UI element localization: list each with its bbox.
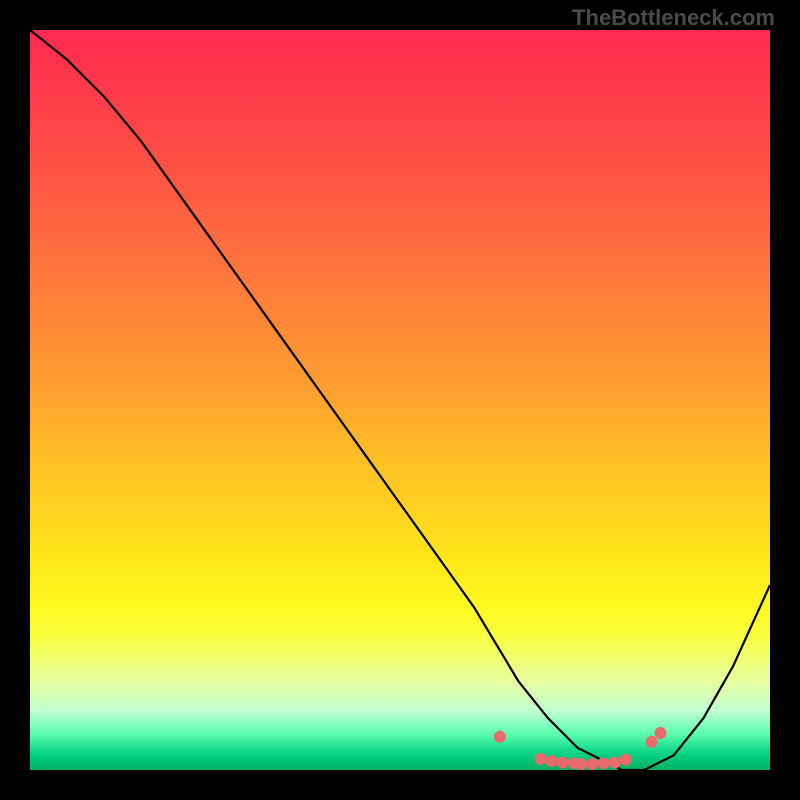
marker-point [546,755,558,767]
marker-point [655,727,667,739]
marker-point [494,731,506,743]
marker-point [575,758,587,770]
watermark-text: TheBottleneck.com [572,5,775,31]
marker-point [609,757,621,769]
marker-point [620,754,632,766]
bottleneck-curve [30,30,770,770]
marker-point [586,758,598,770]
marker-point [535,753,547,765]
plot-area [30,30,770,770]
chart-container: TheBottleneck.com [0,0,800,800]
marker-point [598,757,610,769]
chart-svg [30,30,770,770]
marker-point [557,757,569,769]
marker-point [646,736,658,748]
